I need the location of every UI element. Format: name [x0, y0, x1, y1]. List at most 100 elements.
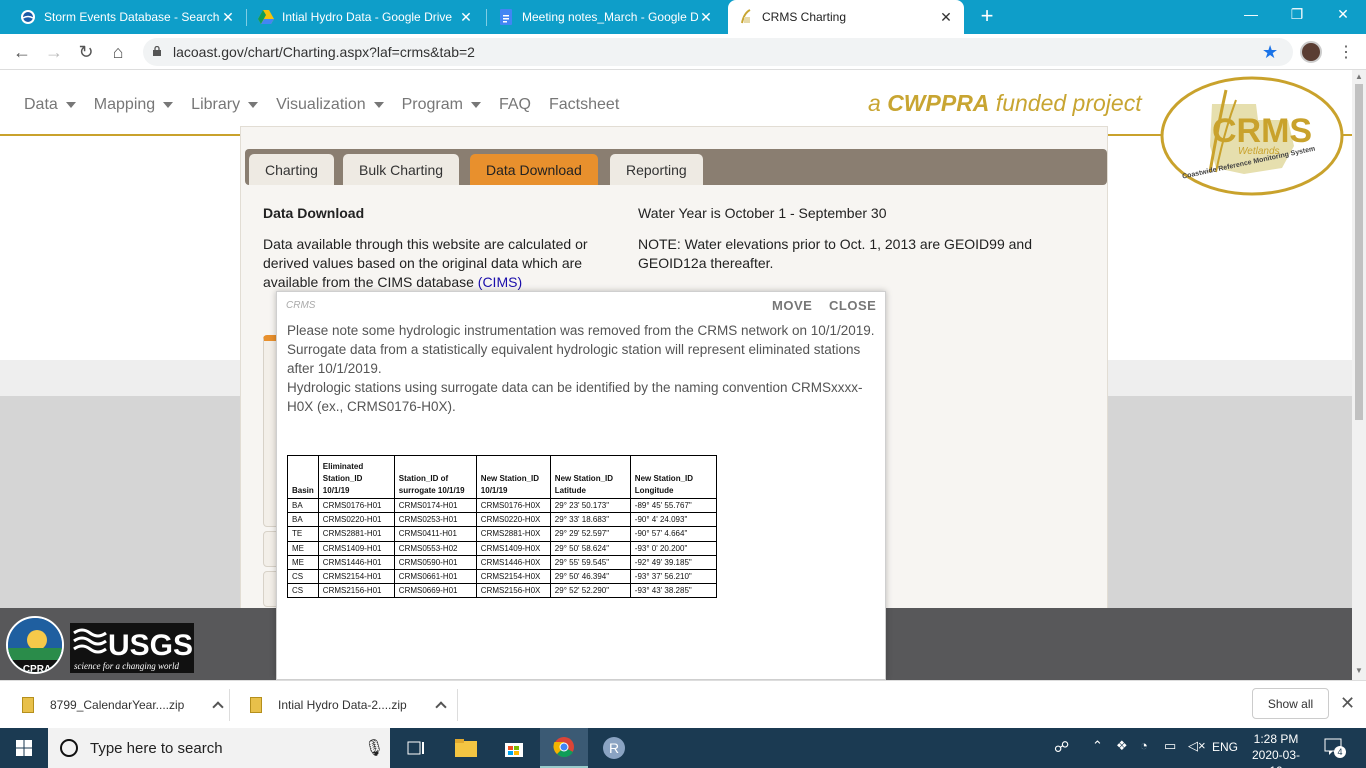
- menu-program[interactable]: Program: [402, 96, 481, 114]
- task-view-icon[interactable]: [392, 728, 440, 768]
- close-icon[interactable]: ✕: [698, 9, 714, 26]
- chevron-up-icon[interactable]: [435, 701, 447, 713]
- cims-link[interactable]: (CIMS): [478, 274, 522, 290]
- back-icon[interactable]: ←: [12, 42, 32, 62]
- volume-icon[interactable]: ◁×: [1188, 738, 1206, 754]
- file-explorer-icon[interactable]: [442, 728, 490, 768]
- menu-faq[interactable]: FAQ: [499, 96, 531, 114]
- menu-mapping[interactable]: Mapping: [94, 96, 174, 114]
- chevron-up-icon[interactable]: ⌃: [1092, 738, 1103, 754]
- scrollbar-thumb[interactable]: [1355, 84, 1363, 420]
- menu-label: Data: [24, 96, 58, 113]
- svg-text:R: R: [609, 740, 619, 756]
- panel-tabs: Charting Bulk Charting Data Download Rep…: [245, 149, 1107, 185]
- notification-count-badge: 4: [1334, 746, 1346, 758]
- browser-tab-meeting-notes[interactable]: Meeting notes_March - Google D ✕: [488, 0, 724, 34]
- search-placeholder: Type here to search: [90, 739, 223, 757]
- home-icon[interactable]: ⌂: [108, 42, 128, 62]
- battery-icon[interactable]: ▭: [1164, 738, 1176, 754]
- dropbox-icon[interactable]: ❖: [1116, 738, 1128, 754]
- notification-icon[interactable]: 4: [1324, 738, 1346, 758]
- download-item[interactable]: Intial Hydro Data-2....zip: [250, 681, 447, 729]
- tab-title: Storm Events Database - Search R: [44, 10, 220, 24]
- url-text: lacoast.gov/chart/Charting.aspx?laf=crms…: [173, 44, 475, 60]
- scroll-up-icon[interactable]: ▲: [1355, 72, 1363, 81]
- window-close-icon[interactable]: ✕: [1328, 6, 1358, 23]
- taskbar-search-input[interactable]: Type here to search 🎙: [48, 728, 390, 768]
- r-app-icon[interactable]: R: [590, 728, 638, 768]
- menu-kebab-icon[interactable]: ⋮: [1338, 42, 1354, 62]
- browser-tab-storm-events[interactable]: Storm Events Database - Search R ✕: [10, 0, 246, 34]
- column-header: New Station_ID 10/1/19: [475, 455, 551, 499]
- new-tab-button[interactable]: +: [976, 5, 998, 28]
- message-line: Please note some hydrologic instrumentat…: [287, 323, 875, 338]
- close-button[interactable]: CLOSE: [829, 298, 876, 313]
- download-filename: Intial Hydro Data-2....zip: [278, 698, 407, 712]
- wifi-icon[interactable]: ◔: [1140, 738, 1148, 753]
- crms-icon: [738, 9, 754, 25]
- caret-down-icon: [163, 102, 174, 108]
- tab-bulk-charting[interactable]: Bulk Charting: [343, 154, 460, 185]
- funded-tagline: a CWPPRA funded project: [868, 90, 1142, 116]
- close-icon[interactable]: ✕: [1340, 693, 1355, 714]
- browser-tab-bar: Storm Events Database - Search R ✕ Intia…: [0, 0, 1366, 34]
- scroll-down-icon[interactable]: ▼: [1355, 666, 1363, 675]
- column-header: New Station_ID Longitude: [629, 455, 717, 499]
- browser-tab-hydro-data[interactable]: Intial Hydro Data - Google Drive ✕: [248, 0, 484, 34]
- table-header-row: Basin Eliminated Station_ID 10/1/19 Stat…: [287, 455, 717, 499]
- close-icon[interactable]: ✕: [938, 9, 954, 26]
- message-line: Hydrologic stations using surrogate data…: [287, 380, 863, 414]
- windows-start-icon[interactable]: [16, 740, 32, 756]
- caret-down-icon: [470, 102, 481, 108]
- menu-factsheet[interactable]: Factsheet: [549, 96, 619, 114]
- zip-file-icon: [22, 697, 34, 713]
- close-icon[interactable]: ✕: [458, 9, 474, 26]
- clock-time: 1:28 PM: [1253, 732, 1299, 746]
- reload-icon[interactable]: ↻: [76, 42, 96, 62]
- cpra-logo[interactable]: CPRA: [6, 616, 64, 674]
- tab-reporting[interactable]: Reporting: [610, 154, 703, 185]
- geoid-note: NOTE: Water elevations prior to Oct. 1, …: [638, 236, 1032, 271]
- store-icon[interactable]: [490, 728, 538, 768]
- zip-file-icon: [250, 697, 262, 713]
- windows-taskbar: Type here to search 🎙 R ☍ ⌃ ❖ ◔ ▭ ◁× ENG…: [0, 728, 1366, 768]
- section-title: Data Download: [263, 205, 365, 221]
- forward-icon[interactable]: →: [44, 42, 64, 62]
- downloads-bar: 8799_CalendarYear....zip Intial Hydro Da…: [0, 680, 1366, 728]
- menu-visualization[interactable]: Visualization: [276, 96, 384, 114]
- people-icon[interactable]: ☍: [1054, 738, 1069, 756]
- move-button[interactable]: MOVE: [772, 298, 812, 313]
- lock-icon[interactable]: [152, 46, 162, 56]
- table-row: ME CRMS1409-H01 CRMS0553-H02 CRMS1409-H0X 29…: [287, 540, 717, 556]
- dialog-message: Please note some hydrologic instrumentat…: [287, 321, 877, 416]
- usgs-logo[interactable]: USGS science for a changing world: [70, 623, 194, 673]
- download-item[interactable]: 8799_CalendarYear....zip: [22, 681, 224, 729]
- minimize-icon[interactable]: —: [1236, 6, 1266, 22]
- browser-tab-crms-charting[interactable]: CRMS Charting ✕: [728, 0, 964, 34]
- clock[interactable]: 1:28 PM 2020-03-10: [1246, 731, 1306, 768]
- menu-label: Library: [191, 96, 241, 113]
- restore-icon[interactable]: ❐: [1282, 6, 1312, 23]
- svg-text:science for a changing world: science for a changing world: [74, 661, 179, 671]
- site-menu: Data Mapping Library Visualization Progr…: [24, 96, 637, 114]
- table-row: TE CRMS2881-H01 CRMS0411-H01 CRMS2881-H0X 29…: [287, 526, 717, 542]
- tab-charting[interactable]: Charting: [249, 154, 334, 185]
- page-scrollbar[interactable]: ▲ ▼: [1352, 70, 1366, 680]
- menu-data[interactable]: Data: [24, 96, 76, 114]
- show-all-button[interactable]: Show all: [1252, 688, 1329, 719]
- avatar[interactable]: [1300, 41, 1322, 63]
- url-bar[interactable]: lacoast.gov/chart/Charting.aspx?laf=crms…: [143, 38, 1293, 66]
- tab-data-download[interactable]: Data Download: [470, 154, 598, 185]
- table-row: BA CRMS0176-H01 CRMS0174-H01 CRMS0176-H0X 29…: [287, 497, 717, 514]
- language-indicator[interactable]: ENG: [1212, 740, 1238, 754]
- surrogate-notice-dialog: CRMS MOVE CLOSE Please note some hydrolo…: [276, 291, 886, 680]
- menu-library[interactable]: Library: [191, 96, 259, 114]
- close-icon[interactable]: ✕: [220, 9, 236, 26]
- availability-text: Data available through this website are …: [263, 236, 588, 290]
- water-year-text: Water Year is October 1 - September 30: [638, 205, 887, 221]
- bookmark-star-icon[interactable]: ★: [1262, 42, 1278, 63]
- menu-label: Visualization: [276, 96, 366, 113]
- chevron-up-icon[interactable]: [212, 701, 224, 713]
- microphone-icon[interactable]: 🎙: [364, 738, 384, 758]
- chrome-icon[interactable]: [540, 728, 588, 768]
